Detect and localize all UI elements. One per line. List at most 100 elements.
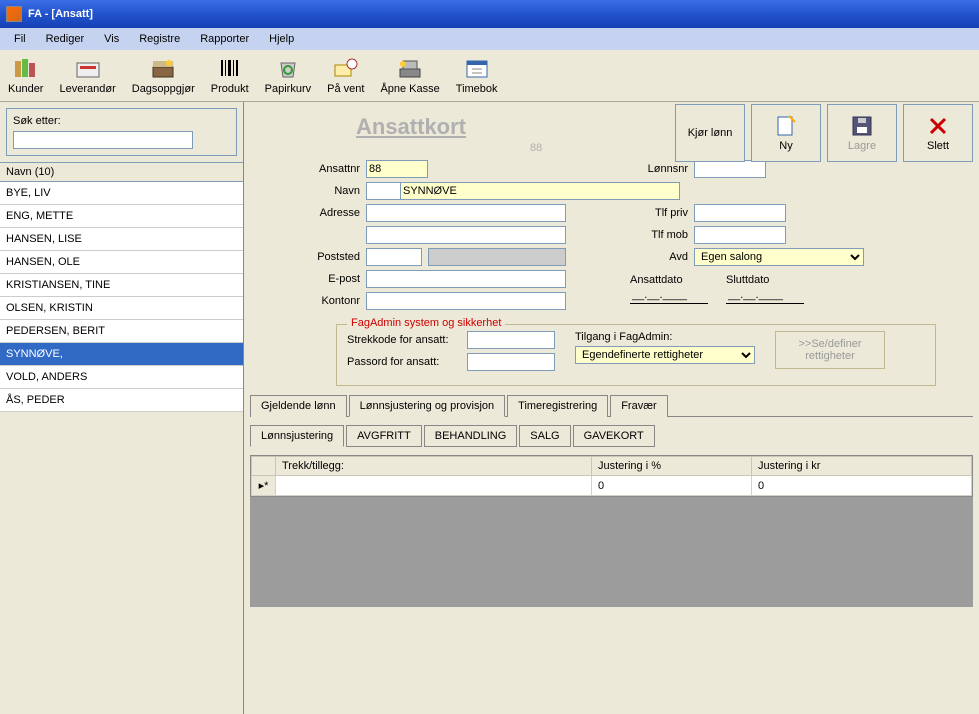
search-label: Søk etter: xyxy=(13,115,230,127)
toolbar-kunder[interactable]: Kunder xyxy=(2,53,49,97)
avd-label: Avd xyxy=(630,251,688,263)
menu-vis[interactable]: Vis xyxy=(94,31,129,47)
toolbar-label: Produkt xyxy=(211,83,249,95)
lonnsnr-label: Lønnsnr xyxy=(630,163,688,175)
subtab-lonnsjustering[interactable]: Lønnsjustering xyxy=(250,425,344,447)
lonnsnr-input[interactable] xyxy=(694,160,766,178)
toolbar-produkt[interactable]: Produkt xyxy=(205,53,255,97)
tilgang-label: Tilgang i FagAdmin: xyxy=(575,331,755,343)
till-icon xyxy=(396,55,424,81)
new-button[interactable]: Ny xyxy=(751,104,821,162)
window-title: FA - [Ansatt] xyxy=(28,8,93,20)
adresse-label: Adresse xyxy=(270,207,360,219)
row-marker: ▸* xyxy=(252,476,276,496)
adresse2-input[interactable] xyxy=(366,226,566,244)
postnr-input[interactable] xyxy=(366,248,422,266)
epost-input[interactable] xyxy=(366,270,566,288)
toolbar-label: Papirkurv xyxy=(265,83,311,95)
col-trekk[interactable]: Trekk/tillegg: xyxy=(276,457,592,476)
left-panel: Søk etter: Navn (10) BYE, LIVENG, METTEH… xyxy=(0,102,244,714)
toolbar-pavent[interactable]: På vent xyxy=(321,53,370,97)
employee-row[interactable]: VOLD, ANDERS xyxy=(0,366,243,389)
employee-row[interactable]: BYE, LIV xyxy=(0,182,243,205)
employee-row[interactable]: HANSEN, OLE xyxy=(0,251,243,274)
menu-fil[interactable]: Fil xyxy=(4,31,36,47)
tab-lonnsjustering[interactable]: Lønnsjustering og provisjon xyxy=(349,395,506,417)
cell-kr[interactable]: 0 xyxy=(752,476,972,496)
define-rights-button[interactable]: >>Se/definer rettigheter xyxy=(775,331,885,369)
grid-row[interactable]: ▸* 0 0 xyxy=(252,476,972,496)
kontonr-input[interactable] xyxy=(366,292,566,310)
sluttdato-label: Sluttdato xyxy=(726,274,804,286)
strekkode-input[interactable] xyxy=(467,331,555,349)
menu-hjelp[interactable]: Hjelp xyxy=(259,31,304,47)
avd-select[interactable]: Egen salong xyxy=(694,248,864,266)
menubar: Fil Rediger Vis Registre Rapporter Hjelp xyxy=(0,28,979,50)
run-payroll-button[interactable]: Kjør lønn xyxy=(675,104,745,162)
ansattdato-input[interactable] xyxy=(630,286,708,304)
tab-fravaer[interactable]: Fravær xyxy=(610,395,667,417)
tab-gjeldende-lonn[interactable]: Gjeldende lønn xyxy=(250,395,347,417)
tlfpriv-input[interactable] xyxy=(694,204,786,222)
toolbar-label: Timebok xyxy=(456,83,498,95)
tlfmob-input[interactable] xyxy=(694,226,786,244)
toolbar-label: Kunder xyxy=(8,83,43,95)
toolbar: Kunder Leverandør Dagsoppgjør Produkt Pa… xyxy=(0,50,979,102)
mailclock-icon xyxy=(332,55,360,81)
employee-row[interactable]: OLSEN, KRISTIN xyxy=(0,297,243,320)
acme-icon xyxy=(74,55,102,81)
search-input[interactable] xyxy=(13,131,193,149)
tab-strip: Gjeldende lønn Lønnsjustering og provisj… xyxy=(250,394,973,417)
subtab-behandling[interactable]: BEHANDLING xyxy=(424,425,518,447)
menu-rediger[interactable]: Rediger xyxy=(36,31,95,47)
toolbar-label: Åpne Kasse xyxy=(380,83,439,95)
employee-list[interactable]: BYE, LIVENG, METTEHANSEN, LISEHANSEN, OL… xyxy=(0,182,243,714)
adresse1-input[interactable] xyxy=(366,204,566,222)
etternavn-input[interactable] xyxy=(400,182,680,200)
search-box: Søk etter: xyxy=(6,108,237,156)
toolbar-papirkurv[interactable]: Papirkurv xyxy=(259,53,317,97)
subtab-salg[interactable]: SALG xyxy=(519,425,570,447)
save-button[interactable]: Lagre xyxy=(827,104,897,162)
employee-row[interactable]: HANSEN, LISE xyxy=(0,228,243,251)
passord-input[interactable] xyxy=(467,353,555,371)
detail-panel: Kjør lønn Ny Lagre Slett Ansattkort 88 A… xyxy=(244,102,979,714)
subtab-gavekort[interactable]: GAVEKORT xyxy=(573,425,655,447)
employee-row[interactable]: ÅS, PEDER xyxy=(0,389,243,412)
kontonr-label: Kontonr xyxy=(270,295,360,307)
navn-label: Navn xyxy=(270,185,360,197)
ansattnr-label: Ansattnr xyxy=(270,163,360,175)
epost-label: E-post xyxy=(270,273,360,285)
col-justering-kr[interactable]: Justering i kr xyxy=(752,457,972,476)
toolbar-leverandor[interactable]: Leverandør xyxy=(53,53,121,97)
tab-timeregistrering[interactable]: Timeregistrering xyxy=(507,395,608,417)
toolbar-label: Leverandør xyxy=(59,83,115,95)
toolbar-timebok[interactable]: Timebok xyxy=(450,53,504,97)
sluttdato-input[interactable] xyxy=(726,286,804,304)
books-icon xyxy=(12,55,40,81)
menu-rapporter[interactable]: Rapporter xyxy=(190,31,259,47)
employee-row[interactable]: ENG, METTE xyxy=(0,205,243,228)
menu-registre[interactable]: Registre xyxy=(129,31,190,47)
tlfpriv-label: Tlf priv xyxy=(630,207,688,219)
tlfmob-label: Tlf mob xyxy=(630,229,688,241)
ansattdato-label: Ansattdato xyxy=(630,274,708,286)
employee-row[interactable]: PEDERSEN, BERIT xyxy=(0,320,243,343)
col-justering-pct[interactable]: Justering i % xyxy=(592,457,752,476)
employee-row[interactable]: KRISTIANSEN, TINE xyxy=(0,274,243,297)
cell-trekk[interactable] xyxy=(276,476,592,496)
adjustment-grid[interactable]: Trekk/tillegg: Justering i % Justering i… xyxy=(250,455,973,497)
cell-pct[interactable]: 0 xyxy=(592,476,752,496)
window-titlebar: FA - [Ansatt] xyxy=(0,0,979,28)
toolbar-dagsoppgjor[interactable]: Dagsoppgjør xyxy=(126,53,201,97)
grid-empty-area xyxy=(250,497,973,607)
floppy-disk-icon xyxy=(850,114,874,138)
employee-row[interactable]: SYNNØVE, xyxy=(0,343,243,366)
subtab-avgfritt[interactable]: AVGFRITT xyxy=(346,425,422,447)
poststed-label: Poststed xyxy=(270,251,360,263)
toolbar-apnekasse[interactable]: Åpne Kasse xyxy=(374,53,445,97)
delete-button[interactable]: Slett xyxy=(903,104,973,162)
ansattnr-input[interactable] xyxy=(366,160,428,178)
tilgang-select[interactable]: Egendefinerte rettigheter xyxy=(575,346,755,364)
toolbar-label: På vent xyxy=(327,83,364,95)
